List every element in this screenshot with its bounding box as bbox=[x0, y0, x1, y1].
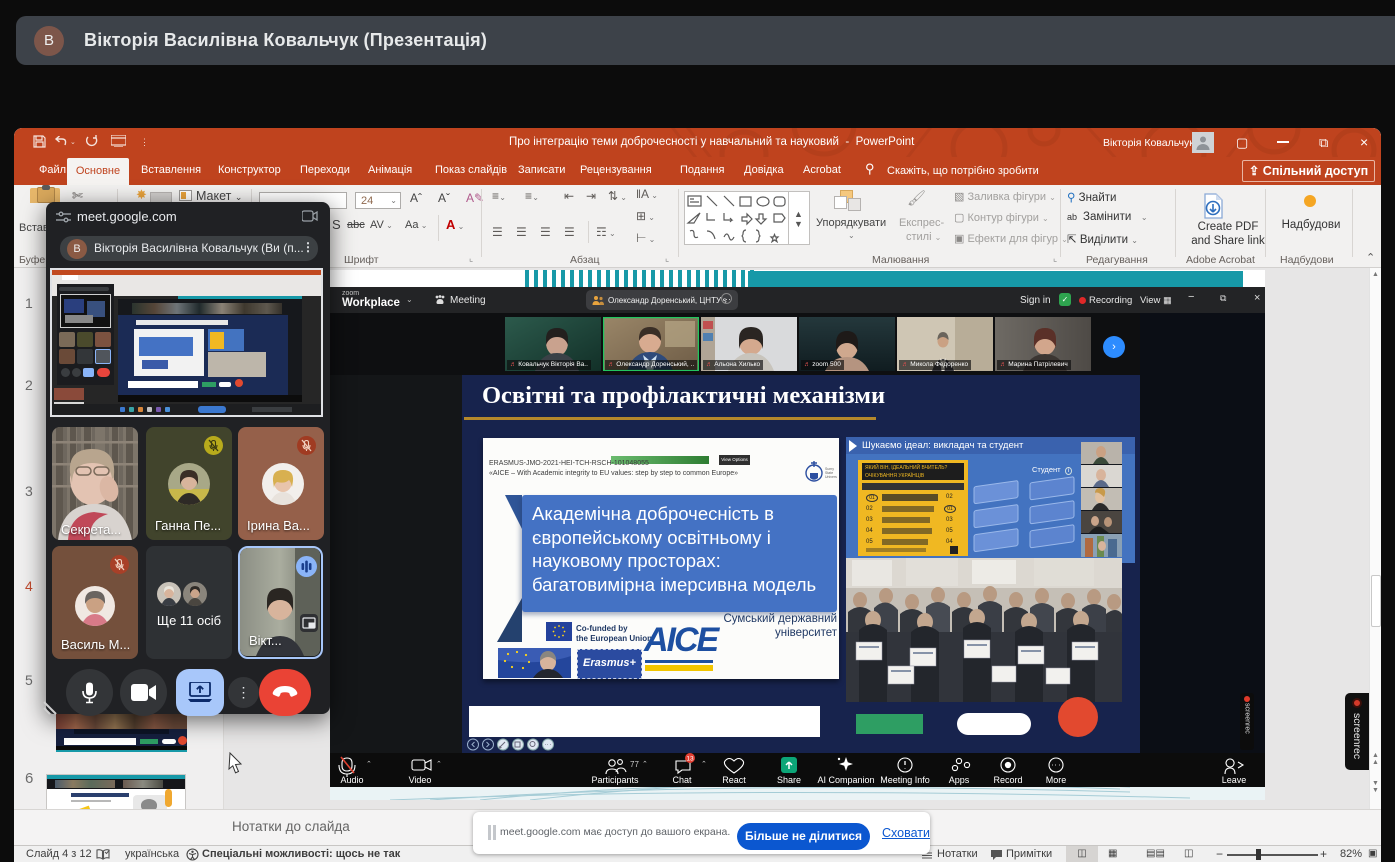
svg-text:77: 77 bbox=[630, 760, 639, 769]
svg-text:⌃: ⌃ bbox=[366, 760, 372, 768]
svg-text:Participants: Participants bbox=[591, 775, 639, 785]
svg-text:Meeting Info: Meeting Info bbox=[880, 775, 930, 785]
svg-text:Video: Video bbox=[409, 775, 432, 785]
svg-text:⌃: ⌃ bbox=[642, 760, 648, 768]
svg-text:More: More bbox=[1046, 775, 1067, 785]
svg-text:Share: Share bbox=[777, 775, 801, 785]
svg-text:Leave: Leave bbox=[1222, 775, 1247, 785]
svg-text:University: University bbox=[825, 475, 837, 479]
svg-text:Audio: Audio bbox=[340, 775, 363, 785]
svg-text:React: React bbox=[722, 775, 746, 785]
svg-text:Record: Record bbox=[993, 775, 1022, 785]
svg-text:Apps: Apps bbox=[949, 775, 970, 785]
svg-text:13: 13 bbox=[686, 756, 694, 763]
svg-text:⌃: ⌃ bbox=[436, 760, 442, 768]
svg-text:Chat: Chat bbox=[672, 775, 692, 785]
svg-text:⌃: ⌃ bbox=[701, 760, 707, 768]
svg-text:AI Companion: AI Companion bbox=[817, 775, 874, 785]
